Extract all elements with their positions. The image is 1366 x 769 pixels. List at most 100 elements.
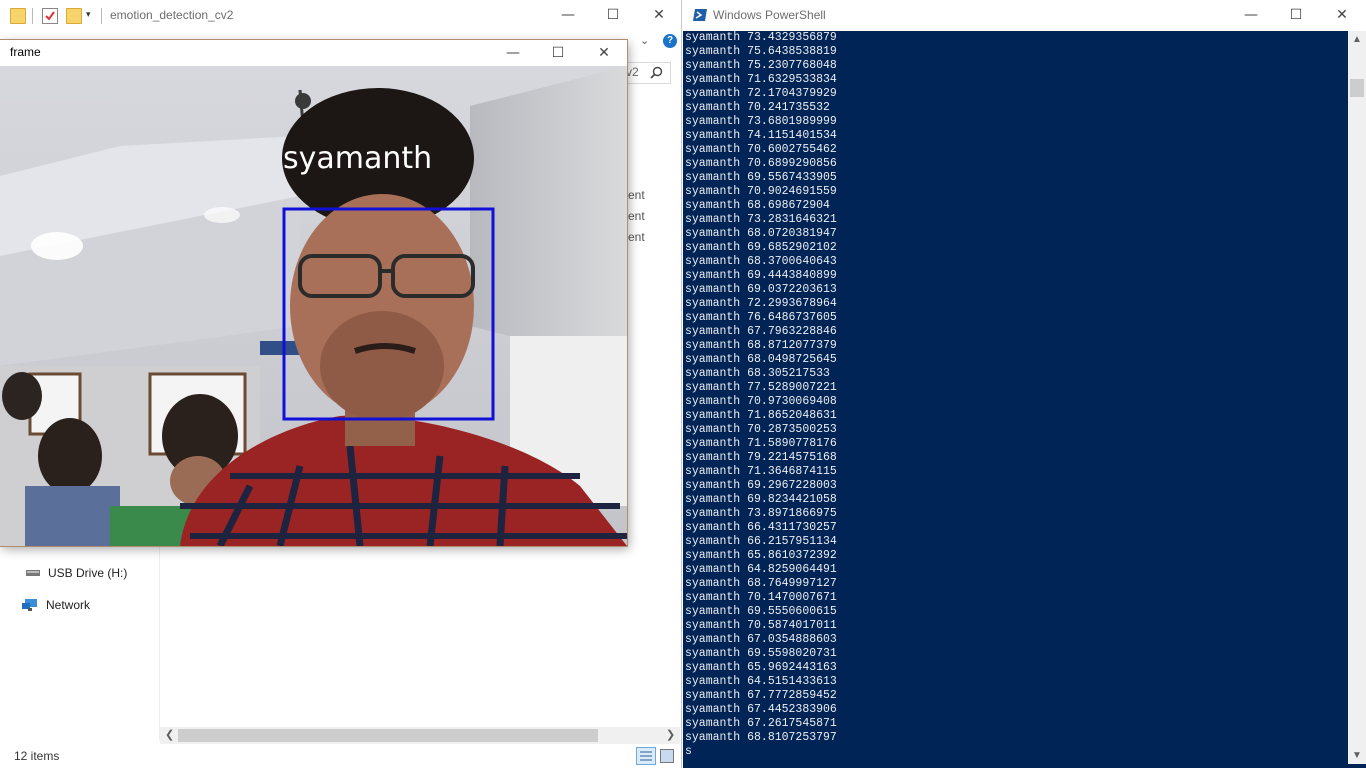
console-line: syamanth 67.7963228846 bbox=[685, 325, 837, 338]
scroll-up-icon[interactable]: ▲ bbox=[1352, 34, 1362, 45]
console-line: syamanth 73.8971866975 bbox=[685, 507, 837, 520]
camera-image bbox=[0, 66, 627, 546]
console-line: syamanth 72.2993678964 bbox=[685, 297, 837, 310]
scroll-down-icon[interactable]: ▼ bbox=[1352, 750, 1362, 761]
console-line: s bbox=[685, 745, 692, 758]
console-lines: syamanth 73.4329356879 syamanth 75.643853… bbox=[683, 31, 1348, 759]
console-line: syamanth 70.1470007671 bbox=[685, 591, 837, 604]
console-line: syamanth 73.6801989999 bbox=[685, 115, 837, 128]
console-line: syamanth 68.0498725645 bbox=[685, 353, 837, 366]
nav-item-network[interactable]: Network bbox=[22, 598, 90, 612]
console-line: syamanth 77.5289007221 bbox=[685, 381, 837, 394]
minimize-button[interactable]: — bbox=[546, 0, 590, 30]
nav-item-label: USB Drive (H:) bbox=[48, 566, 128, 580]
powershell-window: Windows PowerShell — ☐ ✕ syamanth 73.432… bbox=[683, 0, 1366, 768]
search-icon[interactable] bbox=[650, 66, 663, 79]
console-line: syamanth 69.5598020731 bbox=[685, 647, 837, 660]
properties-icon[interactable] bbox=[42, 8, 58, 24]
help-icon[interactable]: ? bbox=[663, 34, 677, 48]
console-line: syamanth 69.6852902102 bbox=[685, 241, 837, 254]
console-line: syamanth 70.6899290856 bbox=[685, 157, 837, 170]
maximize-button[interactable]: ☐ bbox=[1274, 0, 1318, 30]
window-title: Windows PowerShell bbox=[713, 8, 826, 22]
address-tail-text: v2 bbox=[626, 65, 639, 79]
console-line: syamanth 66.4311730257 bbox=[685, 521, 837, 534]
console-line: syamanth 67.2617545871 bbox=[685, 717, 837, 730]
nav-item-usb-drive[interactable]: USB Drive (H:) bbox=[26, 566, 127, 580]
window-title: frame bbox=[10, 45, 41, 59]
console-line: syamanth 67.4452383906 bbox=[685, 703, 837, 716]
console-line: syamanth 67.0354888603 bbox=[685, 633, 837, 646]
customize-quick-access-icon[interactable]: ▾ bbox=[86, 9, 91, 20]
console-line: syamanth 70.9024691559 bbox=[685, 185, 837, 198]
face-label: syamanth bbox=[283, 141, 433, 176]
new-folder-icon[interactable] bbox=[66, 8, 82, 24]
scroll-right-icon[interactable]: ❯ bbox=[666, 728, 675, 741]
navigation-pane: USB Drive (H:) Network bbox=[0, 540, 160, 740]
console-line: syamanth 74.1151401534 bbox=[685, 129, 837, 142]
divider bbox=[32, 8, 33, 24]
close-button[interactable]: ✕ bbox=[637, 0, 681, 30]
search-box[interactable]: v2 bbox=[626, 62, 671, 84]
console-line: syamanth 68.7649997127 bbox=[685, 577, 837, 590]
maximize-button[interactable]: ☐ bbox=[536, 38, 580, 68]
console-output[interactable]: syamanth 73.4329356879 syamanth 75.643853… bbox=[683, 31, 1348, 764]
status-bar: 12 items bbox=[0, 744, 681, 768]
explorer-titlebar[interactable]: ▾ emotion_detection_cv2 — ☐ ✕ bbox=[0, 0, 681, 32]
minimize-button[interactable]: — bbox=[491, 38, 535, 68]
console-line: syamanth 70.6002755462 bbox=[685, 143, 837, 156]
powershell-icon bbox=[693, 9, 707, 21]
console-line: syamanth 69.8234421058 bbox=[685, 493, 837, 506]
console-line: syamanth 72.1704379929 bbox=[685, 87, 837, 100]
large-icons-view-icon[interactable] bbox=[660, 749, 674, 763]
console-line: syamanth 64.5151433613 bbox=[685, 675, 837, 688]
console-line: syamanth 64.8259064491 bbox=[685, 563, 837, 576]
powershell-titlebar[interactable]: Windows PowerShell — ☐ ✕ bbox=[683, 0, 1366, 31]
file-type-text: ent bbox=[628, 209, 645, 223]
file-type-text: ent bbox=[628, 188, 645, 202]
console-line: syamanth 71.6329533834 bbox=[685, 73, 837, 86]
window-title: emotion_detection_cv2 bbox=[110, 8, 234, 22]
scroll-left-icon[interactable]: ❮ bbox=[165, 728, 174, 741]
scrollbar-thumb[interactable] bbox=[1350, 79, 1364, 97]
console-line: syamanth 69.5550600615 bbox=[685, 605, 837, 618]
console-line: syamanth 70.9730069408 bbox=[685, 395, 837, 408]
divider bbox=[101, 8, 102, 24]
ribbon-expand-icon[interactable]: ⌄ bbox=[640, 34, 649, 47]
console-line: syamanth 75.2307768048 bbox=[685, 59, 837, 72]
console-line: syamanth 67.7772859452 bbox=[685, 689, 837, 702]
webcam-frame: syamanth bbox=[0, 66, 627, 546]
console-line: syamanth 68.3700640643 bbox=[685, 255, 837, 268]
console-line: syamanth 68.305217533 bbox=[685, 367, 830, 380]
console-line: syamanth 70.5874017011 bbox=[685, 619, 837, 632]
details-view-icon[interactable] bbox=[636, 747, 656, 765]
scrollbar-thumb[interactable] bbox=[178, 729, 598, 742]
folder-icon bbox=[10, 8, 26, 24]
console-line: syamanth 70.2873500253 bbox=[685, 423, 837, 436]
console-line: syamanth 76.6486737605 bbox=[685, 311, 837, 324]
frame-titlebar[interactable]: frame — ☐ ✕ bbox=[0, 40, 627, 66]
console-line: syamanth 66.2157951134 bbox=[685, 535, 837, 548]
close-button[interactable]: ✕ bbox=[582, 38, 626, 68]
console-line: syamanth 65.8610372392 bbox=[685, 549, 837, 562]
console-line: syamanth 71.5890778176 bbox=[685, 437, 837, 450]
frame-window: frame — ☐ ✕ syamanth bbox=[0, 40, 627, 546]
console-line: syamanth 69.5567433905 bbox=[685, 171, 837, 184]
console-line: syamanth 68.698672904 bbox=[685, 199, 830, 212]
maximize-button[interactable]: ☐ bbox=[591, 0, 635, 30]
console-line: syamanth 79.2214575168 bbox=[685, 451, 837, 464]
console-line: syamanth 73.2831646321 bbox=[685, 213, 837, 226]
console-line: syamanth 69.2967228003 bbox=[685, 479, 837, 492]
close-button[interactable]: ✕ bbox=[1320, 0, 1364, 30]
usb-drive-icon bbox=[26, 570, 40, 576]
minimize-button[interactable]: — bbox=[1229, 0, 1273, 30]
console-line: syamanth 70.241735532 bbox=[685, 101, 830, 114]
console-line: syamanth 71.8652048631 bbox=[685, 409, 837, 422]
vertical-scrollbar[interactable]: ▲ ▼ bbox=[1348, 31, 1366, 764]
console-line: syamanth 68.0720381947 bbox=[685, 227, 837, 240]
console-line: syamanth 69.4443840899 bbox=[685, 269, 837, 282]
file-type-text: ent bbox=[628, 230, 645, 244]
console-line: syamanth 73.4329356879 bbox=[685, 31, 837, 44]
horizontal-scrollbar[interactable]: ❮ ❯ bbox=[160, 727, 680, 744]
console-line: syamanth 65.9692443163 bbox=[685, 661, 837, 674]
